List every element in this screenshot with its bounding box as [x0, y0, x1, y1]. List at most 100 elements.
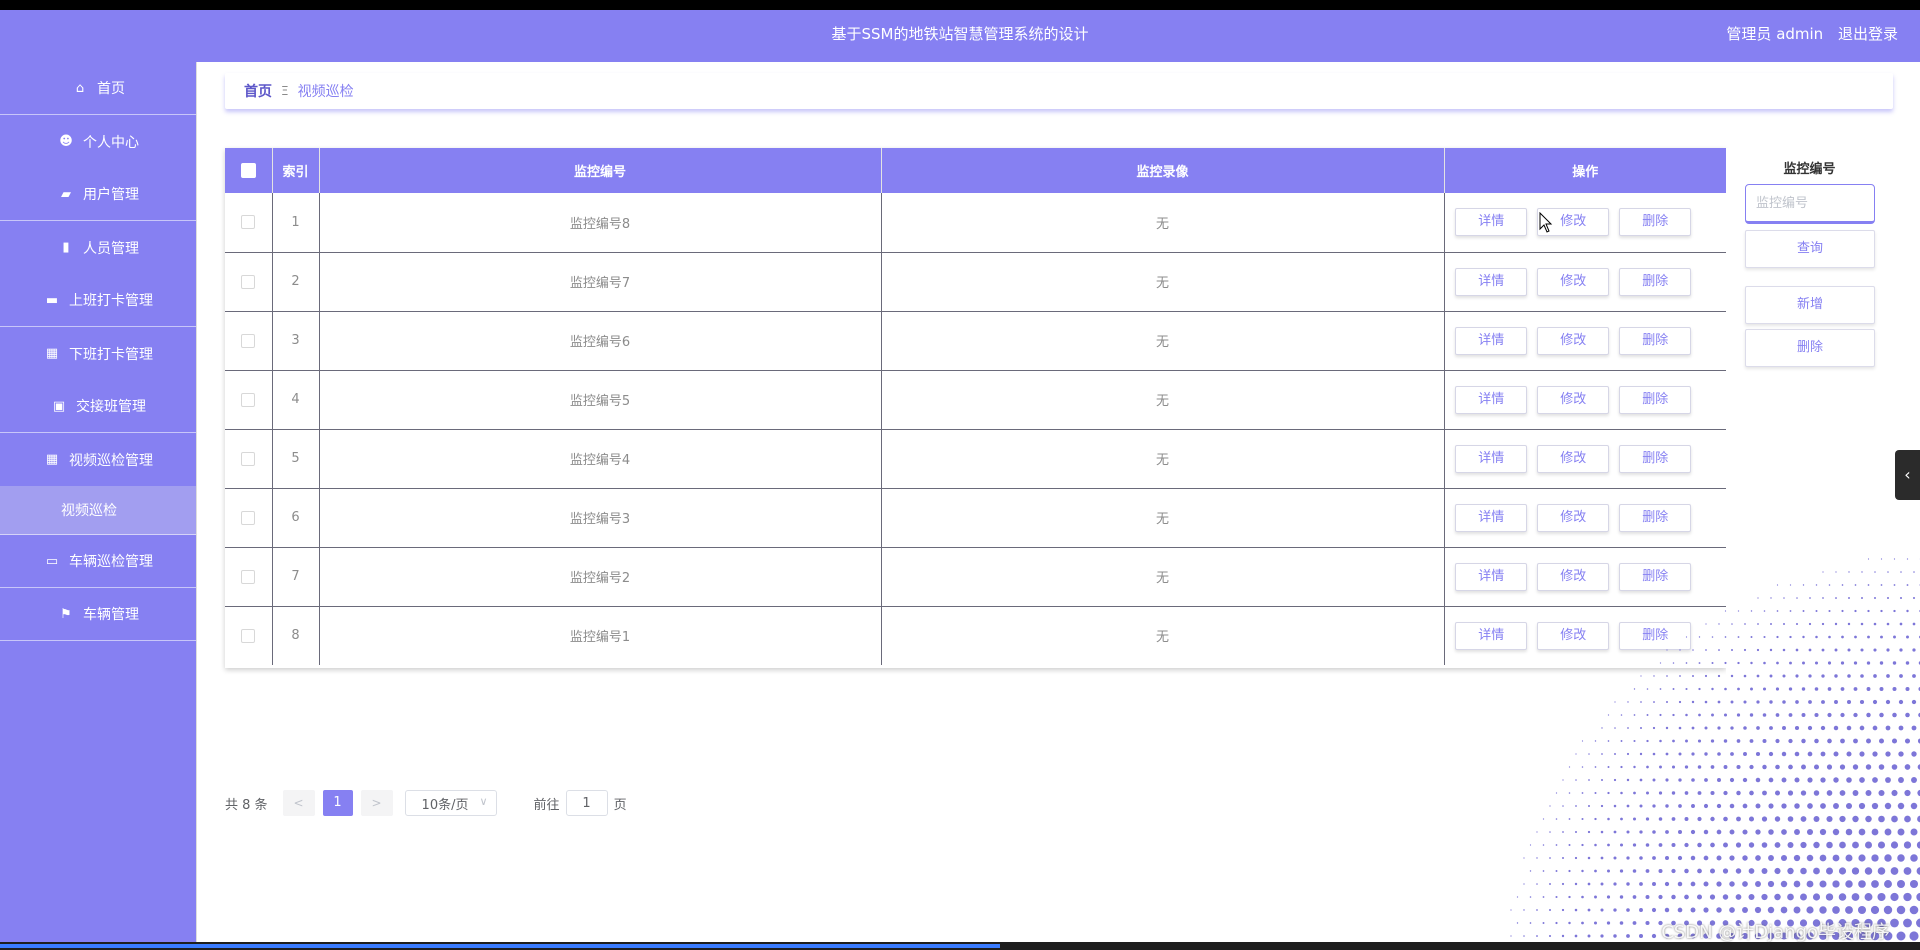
cell-video: 无 — [881, 370, 1445, 430]
sidebar-item-label: 视频巡检 — [61, 503, 117, 519]
chevron-left-icon[interactable]: ‹ — [1895, 450, 1920, 500]
detail-button[interactable]: 详情 — [1455, 208, 1528, 237]
row-select-cell — [225, 606, 273, 665]
edit-button[interactable]: 修改 — [1537, 621, 1610, 650]
table-header-row: 索引 监控编号 监控录像 操作 — [225, 148, 1726, 193]
cell-index: 3 — [272, 311, 320, 371]
row-checkbox[interactable] — [241, 274, 256, 289]
cell-code: 监控编号2 — [319, 547, 882, 607]
cell-actions: 详情 修改 删除 — [1444, 370, 1726, 430]
sidebar-item-vehicles[interactable]: ⚑ 车辆管理 — [0, 588, 196, 641]
detail-button[interactable]: 详情 — [1455, 562, 1528, 591]
row-checkbox[interactable] — [241, 628, 256, 643]
goto-suffix: 页 — [613, 797, 627, 813]
cell-video: 无 — [881, 429, 1445, 489]
cell-index: 2 — [272, 252, 320, 312]
user-role: 管理员 admin — [1726, 25, 1824, 43]
cell-actions: 详情 修改 删除 — [1444, 488, 1726, 548]
row-checkbox[interactable] — [241, 510, 256, 525]
edit-button[interactable]: 修改 — [1537, 385, 1610, 414]
cell-code: 监控编号3 — [319, 488, 882, 548]
edit-button[interactable]: 修改 — [1537, 444, 1610, 473]
delete-button[interactable]: 删除 — [1619, 621, 1692, 650]
sidebar-item-checkin[interactable]: ▬ 上班打卡管理 — [0, 274, 196, 327]
row-checkbox[interactable] — [241, 215, 256, 230]
detail-button[interactable]: 详情 — [1455, 326, 1528, 355]
detail-button[interactable]: 详情 — [1455, 621, 1528, 650]
delete-button[interactable]: 删除 — [1619, 385, 1692, 414]
sidebar-menu: ⌂ 首页 ☻ 个人中心 ▰ 用户管理 ▮ 人员管理 ▬ 上班打卡管理 ▦ 下班打… — [0, 62, 197, 942]
select-all-checkbox[interactable] — [240, 163, 256, 178]
table-row: 4 监控编号5 无详情 修改 删除 — [225, 370, 1726, 430]
row-select-cell — [225, 252, 273, 312]
edit-button[interactable]: 修改 — [1537, 562, 1610, 591]
briefcase-icon: ▰ — [61, 186, 71, 202]
cell-index: 4 — [272, 370, 320, 430]
edit-button[interactable]: 修改 — [1537, 267, 1610, 296]
page-size-select[interactable]: 10条/页 ∨ — [404, 790, 497, 816]
search-input[interactable] — [1745, 184, 1875, 224]
watermark: CSDN @计Django毕设程序 — [1661, 922, 1890, 943]
sidebar-item-vehicle-patrol[interactable]: ▭ 车辆巡检管理 — [0, 535, 196, 588]
edit-button[interactable]: 修改 — [1537, 326, 1610, 355]
row-checkbox[interactable] — [241, 451, 256, 466]
chevron-down-icon: ∨ — [479, 795, 488, 808]
delete-button[interactable]: 删除 — [1619, 267, 1692, 296]
query-button[interactable]: 查询 — [1745, 230, 1875, 268]
cell-index: 6 — [272, 488, 320, 548]
sidebar-item-label: 个人中心 — [83, 134, 139, 151]
detail-button[interactable]: 详情 — [1455, 267, 1528, 296]
logout-link[interactable]: 退出登录 — [1838, 25, 1898, 43]
cell-video: 无 — [881, 311, 1445, 371]
delete-button[interactable]: 删除 — [1619, 503, 1692, 532]
next-page-button[interactable]: > — [360, 790, 393, 816]
data-table: 索引 监控编号 监控录像 操作 1 监控编号8 无详情 修改 删除 2 监控编号7 无详情 修改… — [225, 148, 1726, 668]
goto-label: 前往 — [533, 797, 560, 813]
breadcrumb-separator-icon: Ξ — [281, 84, 289, 98]
row-checkbox[interactable] — [241, 392, 256, 407]
cell-actions: 详情 修改 删除 — [1444, 606, 1726, 665]
delete-button[interactable]: 删除 — [1619, 326, 1692, 355]
detail-button[interactable]: 详情 — [1455, 444, 1528, 473]
cell-index: 5 — [272, 429, 320, 489]
search-field-label: 监控编号 — [1783, 162, 1836, 177]
delete-button[interactable]: 删除 — [1619, 562, 1692, 591]
video-progress-bar[interactable] — [0, 942, 1920, 950]
table-row: 7 监控编号2 无详情 修改 删除 — [225, 547, 1726, 607]
detail-button[interactable]: 详情 — [1455, 503, 1528, 532]
bar-chart-icon: ▮ — [62, 240, 70, 255]
row-select-cell — [225, 547, 273, 607]
detail-button[interactable]: 详情 — [1455, 385, 1528, 414]
delete-button[interactable]: 删除 — [1619, 444, 1692, 473]
sidebar-item-home[interactable]: ⌂ 首页 — [0, 62, 196, 115]
breadcrumb-home[interactable]: 首页 — [244, 81, 272, 101]
edit-button[interactable]: 修改 — [1537, 503, 1610, 532]
sidebar-item-profile[interactable]: ☻ 个人中心 — [0, 115, 196, 168]
app-title: 基于SSM的地铁站智慧管理系统的设计 — [831, 25, 1089, 43]
add-button[interactable]: 新增 — [1745, 286, 1875, 324]
cell-video: 无 — [881, 606, 1445, 665]
table-row: 3 监控编号6 无详情 修改 删除 — [225, 311, 1726, 371]
prev-page-button[interactable]: < — [282, 790, 315, 816]
page-size-value: 10条/页 — [421, 797, 469, 813]
batch-delete-button[interactable]: 删除 — [1745, 329, 1875, 367]
sidebar-item-checkout[interactable]: ▦ 下班打卡管理 — [0, 327, 196, 380]
sidebar-subitem-video-patrol[interactable]: 视频巡检 — [0, 486, 196, 535]
sidebar-item-users[interactable]: ▰ 用户管理 — [0, 168, 196, 221]
sidebar-item-staff[interactable]: ▮ 人员管理 — [0, 221, 196, 274]
column-header-video: 监控录像 — [881, 148, 1445, 193]
sidebar-item-handover[interactable]: ▣ 交接班管理 — [0, 380, 196, 433]
cell-index: 1 — [272, 193, 320, 253]
sidebar-item-label: 车辆巡检管理 — [69, 554, 153, 570]
row-checkbox[interactable] — [241, 569, 256, 584]
sidebar-item-label: 上班打卡管理 — [69, 293, 153, 309]
page-number-current[interactable]: 1 — [322, 790, 353, 816]
breadcrumb: 首页 Ξ 视频巡检 — [225, 73, 1893, 109]
column-header-index: 索引 — [272, 148, 320, 193]
table-row: 8 监控编号1 无详情 修改 删除 — [225, 606, 1726, 665]
row-checkbox[interactable] — [241, 333, 256, 348]
row-select-cell — [225, 488, 273, 548]
delete-button[interactable]: 删除 — [1619, 208, 1692, 237]
sidebar-item-video-patrol-mgmt[interactable]: ▦ 视频巡检管理 — [0, 433, 196, 486]
goto-page-input[interactable] — [565, 790, 608, 816]
